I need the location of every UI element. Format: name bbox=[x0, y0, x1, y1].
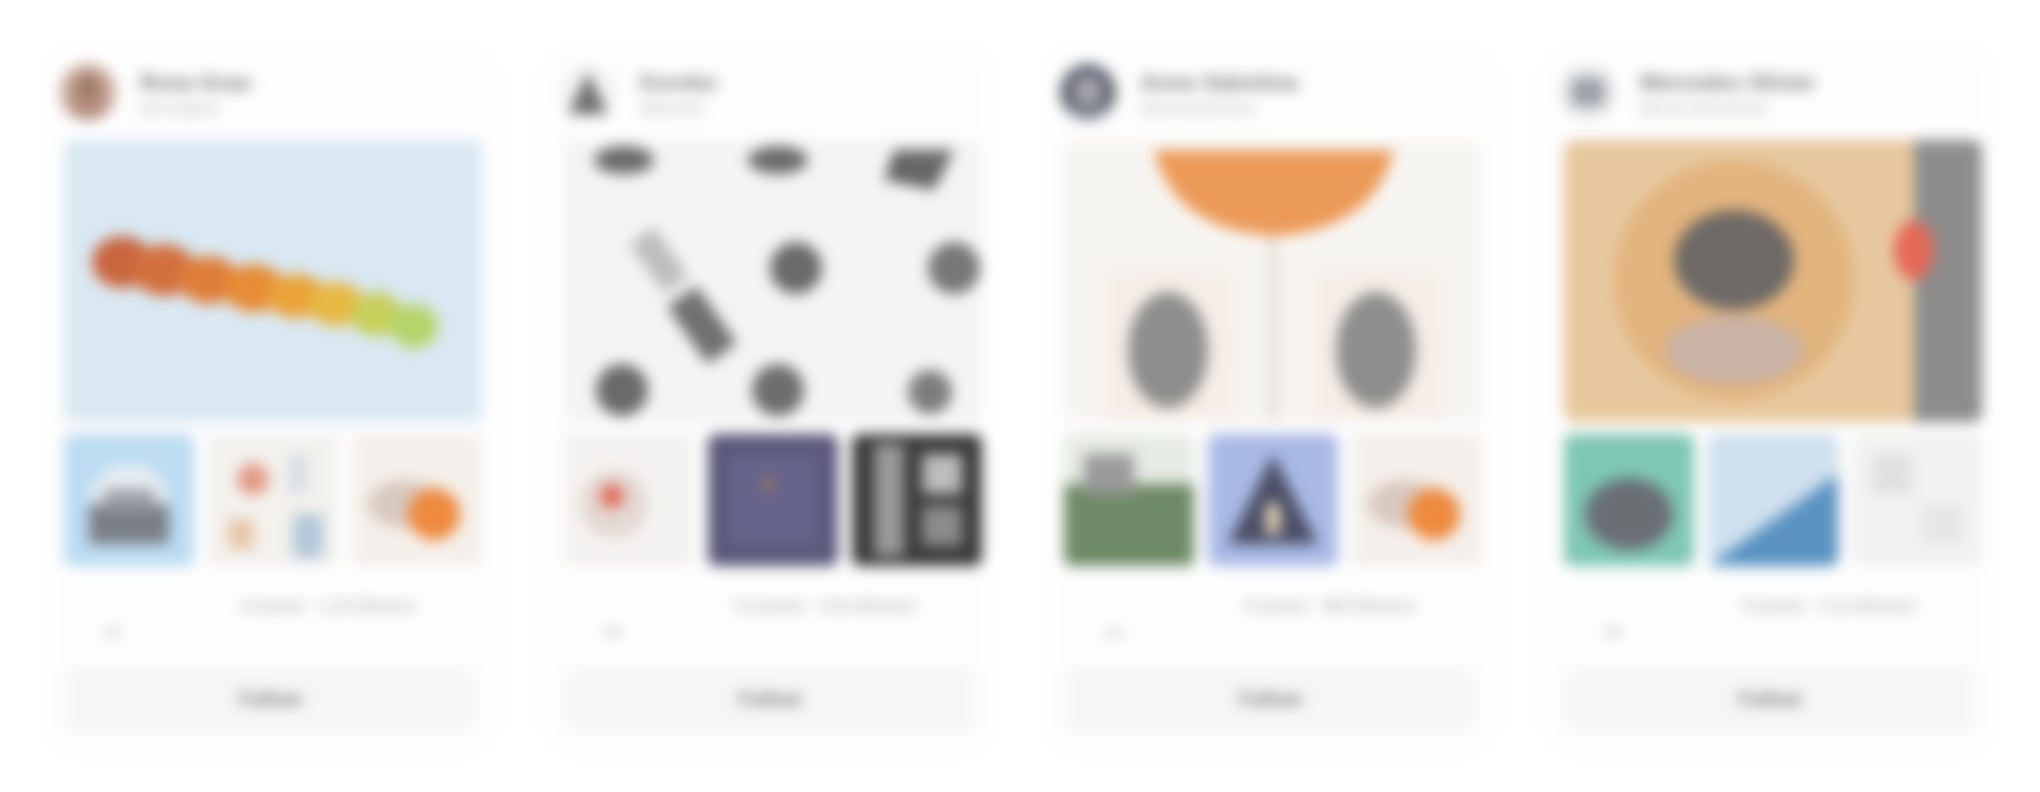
card-header[interactable]: Mercedes Olivier @mercedesolivier bbox=[1560, 60, 1980, 120]
cover-image[interactable] bbox=[64, 140, 482, 422]
thumbnail[interactable] bbox=[1208, 434, 1338, 566]
profile-card[interactable]: Rosa Grau @rosagrau 8 boards · 1.2k foll… bbox=[46, 48, 494, 750]
avatar[interactable] bbox=[60, 64, 116, 120]
card-info: 8 boards · 1.2k followers 2d bbox=[64, 588, 476, 648]
user-handle: @annavalentina bbox=[1140, 100, 1256, 117]
user-name[interactable]: Anna Valentina bbox=[1140, 70, 1298, 96]
board-preview[interactable] bbox=[64, 140, 482, 570]
board-preview[interactable] bbox=[564, 140, 982, 570]
profile-card[interactable]: Mercedes Olivier @mercedesolivier 9 boar… bbox=[1546, 48, 1994, 750]
board-preview[interactable] bbox=[1064, 140, 1482, 570]
cover-image[interactable] bbox=[564, 140, 982, 422]
board-stats: 12 boards · 3.4k followers bbox=[732, 598, 916, 615]
user-name[interactable]: Kuroko bbox=[640, 70, 717, 96]
follow-button[interactable]: Follow bbox=[1064, 668, 1476, 732]
card-info: 9 boards · 2.1k followers 3d bbox=[1564, 588, 1976, 648]
thumbnail[interactable] bbox=[852, 434, 982, 566]
profile-card[interactable]: Kuroko @kuroko 12 boards · 3.4k follower… bbox=[546, 48, 994, 750]
thumbnail[interactable] bbox=[1064, 434, 1194, 566]
profile-card[interactable]: Anna Valentina @annavalentina 6 boards ·… bbox=[1046, 48, 1494, 750]
user-handle: @mercedesolivier bbox=[1640, 100, 1769, 117]
thumbnail[interactable] bbox=[1708, 434, 1838, 566]
card-header[interactable]: Anna Valentina @annavalentina bbox=[1060, 60, 1480, 120]
post-time: 3d bbox=[1604, 624, 1621, 641]
thumbnail[interactable] bbox=[1564, 434, 1694, 566]
thumbnail[interactable] bbox=[208, 434, 338, 566]
thumbnail[interactable] bbox=[352, 434, 482, 566]
thumbnail[interactable] bbox=[1852, 434, 1982, 566]
user-name[interactable]: Rosa Grau bbox=[140, 70, 251, 96]
avatar[interactable] bbox=[1560, 64, 1616, 120]
user-handle: @rosagrau bbox=[140, 100, 220, 117]
post-time: 1w bbox=[1104, 624, 1124, 641]
board-preview[interactable] bbox=[1564, 140, 1982, 570]
avatar[interactable] bbox=[560, 64, 616, 120]
post-time: 5d bbox=[604, 624, 621, 641]
card-info: 12 boards · 3.4k followers 5d bbox=[564, 588, 976, 648]
thumbnail[interactable] bbox=[708, 434, 838, 566]
card-header[interactable]: Rosa Grau @rosagrau bbox=[60, 60, 480, 120]
profile-cards-row: Rosa Grau @rosagrau 8 boards · 1.2k foll… bbox=[0, 0, 2040, 792]
thumbnail[interactable] bbox=[564, 434, 694, 566]
follow-button[interactable]: Follow bbox=[64, 668, 476, 732]
board-stats: 8 boards · 1.2k followers bbox=[241, 598, 416, 615]
user-handle: @kuroko bbox=[640, 100, 705, 117]
card-info: 6 boards · 980 followers 1w bbox=[1064, 588, 1476, 648]
board-stats: 9 boards · 2.1k followers bbox=[1741, 598, 1916, 615]
cover-image[interactable] bbox=[1564, 140, 1982, 422]
cover-image[interactable] bbox=[1064, 140, 1482, 422]
board-stats: 6 boards · 980 followers bbox=[1245, 598, 1416, 615]
thumbnail[interactable] bbox=[64, 434, 194, 566]
thumbnail[interactable] bbox=[1352, 434, 1482, 566]
card-header[interactable]: Kuroko @kuroko bbox=[560, 60, 980, 120]
post-time: 2d bbox=[104, 624, 121, 641]
follow-button[interactable]: Follow bbox=[564, 668, 976, 732]
user-name[interactable]: Mercedes Olivier bbox=[1640, 70, 1816, 96]
avatar[interactable] bbox=[1060, 64, 1116, 120]
follow-button[interactable]: Follow bbox=[1564, 668, 1976, 732]
